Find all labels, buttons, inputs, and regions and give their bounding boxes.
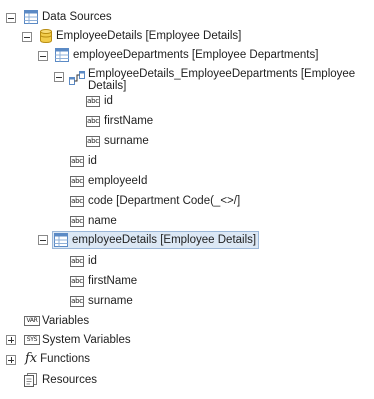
tree-node-label: firstName (88, 275, 138, 287)
tree-node-field-surname[interactable]: abc surname (70, 292, 133, 310)
string-field-icon: abc (70, 175, 84, 187)
relation-icon (69, 71, 85, 85)
resource-icon (24, 373, 37, 387)
collapse-toggle[interactable] (38, 235, 48, 245)
tree-node-label: code [Department Code(_<>/] (88, 195, 241, 207)
tree-node-label: Variables (42, 315, 90, 327)
function-icon: fx (25, 351, 38, 366)
tree-node-field-firstname[interactable]: abc firstName (86, 112, 153, 130)
tree-node-field-id[interactable]: abc id (70, 152, 97, 170)
table-icon (54, 233, 68, 247)
tree-node-label: System Variables (42, 334, 131, 346)
tree-node-label: employeeDetails [Employee Details] (72, 234, 257, 246)
tree-node-label: id (88, 155, 97, 167)
expand-toggle[interactable] (6, 355, 16, 365)
string-field-icon: abc (86, 95, 100, 107)
table-icon (55, 48, 69, 62)
tree-node-label: surname (104, 135, 149, 147)
tree-node-label: employeeId (88, 175, 148, 187)
variable-icon: VAR (24, 316, 40, 326)
tree-node-variables[interactable]: VAR Variables (24, 312, 89, 330)
collapse-toggle[interactable] (38, 51, 48, 61)
tree-node-label: EmployeeDetails_EmployeeDepartments [Emp… (88, 68, 356, 92)
tree-node-field-name[interactable]: abc name (70, 212, 117, 230)
string-field-icon: abc (70, 275, 84, 287)
table-icon (24, 10, 38, 24)
tree-node-field-firstname[interactable]: abc firstName (70, 272, 137, 290)
string-field-icon: abc (70, 295, 84, 307)
collapse-toggle[interactable] (22, 32, 32, 42)
tree-node-field-employeeid[interactable]: abc employeeId (70, 172, 147, 190)
string-field-icon: abc (70, 195, 84, 207)
tree-node-field-code[interactable]: abc code [Department Code(_<>/] (70, 192, 240, 210)
data-dictionary-tree: Data Sources EmployeeDetails [Employee D… (0, 0, 374, 399)
tree-node-label: Data Sources (42, 11, 112, 23)
tree-node-label: id (104, 95, 113, 107)
tree-node-label: Functions (40, 353, 91, 365)
tree-node-field-id[interactable]: abc id (70, 252, 97, 270)
database-icon (40, 29, 52, 43)
tree-node-field-id[interactable]: abc id (86, 92, 113, 110)
tree-node-label: surname (88, 295, 133, 307)
tree-node-label: firstName (104, 115, 154, 127)
string-field-icon: abc (70, 155, 84, 167)
string-field-icon: abc (70, 255, 84, 267)
tree-node-label: id (88, 255, 97, 267)
string-field-icon: abc (86, 135, 100, 147)
tree-node-resources[interactable]: Resources (24, 371, 97, 389)
selection-highlight[interactable]: employeeDetails [Employee Details] (52, 231, 260, 249)
collapse-toggle[interactable] (6, 13, 16, 23)
tree-node-label: EmployeeDetails [Employee Details] (56, 30, 242, 42)
tree-node-label: employeeDepartments [Employee Department… (73, 49, 319, 61)
expand-toggle[interactable] (6, 335, 16, 345)
string-field-icon: abc (70, 215, 84, 227)
collapse-toggle[interactable] (54, 72, 64, 82)
tree-node-label: name (88, 215, 117, 227)
tree-node-field-surname[interactable]: abc surname (86, 132, 149, 150)
string-field-icon: abc (86, 115, 100, 127)
system-variable-icon: SYS (24, 335, 40, 345)
tree-node-label: Resources (42, 374, 97, 386)
